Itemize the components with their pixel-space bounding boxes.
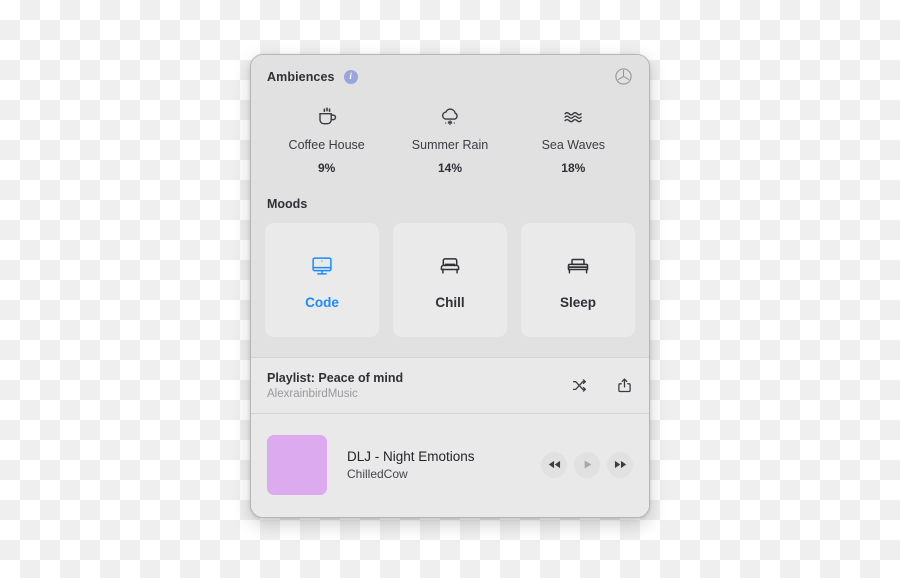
track-artist: ChilledCow [347, 466, 408, 481]
page-title: Ambiences [267, 69, 335, 84]
ambiences-and-moods-region: Ambiences i Coffee House 9% Summer Rain … [251, 55, 649, 357]
ambience-item-coffee-house[interactable]: Coffee House 9% [265, 102, 388, 175]
armchair-icon [436, 251, 464, 281]
transport-controls [541, 451, 633, 478]
info-circle-icon[interactable]: i [343, 69, 358, 84]
moods-section-title: Moods [267, 197, 308, 211]
playlist-actions [571, 377, 633, 394]
moods-list: Code Chill Sleep [251, 211, 649, 357]
mood-label: Sleep [559, 294, 597, 310]
bed-icon [564, 251, 592, 281]
rewind-button[interactable] [541, 451, 567, 478]
mood-label: Code [305, 294, 339, 310]
share-icon[interactable] [616, 377, 633, 394]
playlist-bar: Playlist: Peace of mind AlexrainbirdMusi… [251, 358, 649, 413]
panel-header: Ambiences i [251, 55, 649, 88]
ambiences-list: Coffee House 9% Summer Rain 14% Sea Wave… [251, 88, 649, 183]
ambience-value: 14% [437, 161, 462, 175]
desktop-monitor-icon [308, 251, 336, 281]
ambience-value: 9% [317, 161, 336, 175]
mood-label: Chill [435, 294, 465, 310]
ambience-app-window: Ambiences i Coffee House 9% Summer Rain … [250, 54, 650, 518]
mood-card-code[interactable]: Code [265, 223, 379, 337]
ambience-value: 18% [561, 161, 586, 175]
forward-button[interactable] [607, 451, 633, 478]
play-button[interactable] [574, 451, 600, 478]
now-playing-bar: DLJ - Night Emotions ChilledCow [251, 414, 649, 517]
panel-header-left: Ambiences i [267, 69, 358, 84]
power-toggle-icon[interactable] [614, 67, 633, 86]
mood-card-chill[interactable]: Chill [393, 223, 507, 337]
ambience-item-sea-waves[interactable]: Sea Waves 18% [512, 102, 635, 175]
ambience-label: Summer Rain [411, 138, 489, 152]
album-art [267, 434, 327, 495]
playlist-author: AlexrainbirdMusic [267, 388, 358, 400]
shuffle-icon[interactable] [571, 377, 588, 394]
waves-icon [559, 102, 587, 132]
mood-card-sleep[interactable]: Sleep [521, 223, 635, 337]
track-title: DLJ - Night Emotions [347, 448, 475, 464]
rain-cloud-icon [436, 102, 464, 132]
ambience-label: Sea Waves [541, 138, 606, 152]
playlist-info: Playlist: Peace of mind AlexrainbirdMusi… [267, 371, 403, 400]
track-info: DLJ - Night Emotions ChilledCow [341, 449, 527, 481]
ambience-label: Coffee House [288, 138, 365, 152]
playlist-name: Playlist: Peace of mind [267, 371, 404, 385]
ambience-item-summer-rain[interactable]: Summer Rain 14% [388, 102, 511, 175]
coffee-cup-icon [313, 102, 341, 132]
